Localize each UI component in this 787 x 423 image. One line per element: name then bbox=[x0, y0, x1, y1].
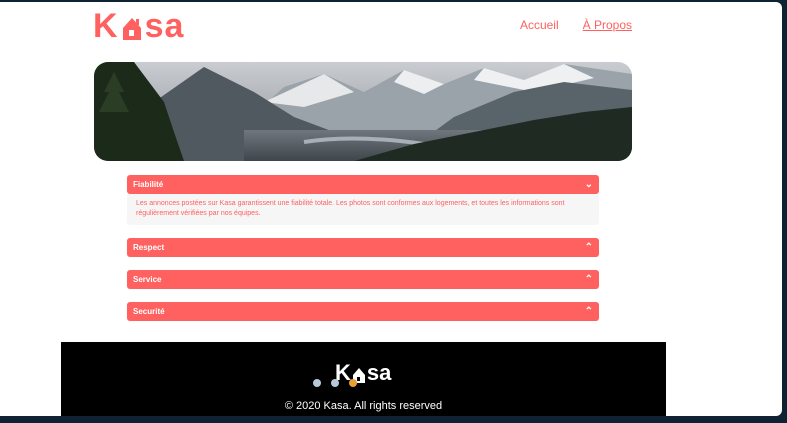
collapse-title: Respect bbox=[133, 243, 165, 252]
collapse-fiabilite: Fiabilité ⌄ Les annonces postées sur Kas… bbox=[127, 175, 599, 225]
nav-link-home[interactable]: Accueil bbox=[520, 18, 559, 32]
about-banner-image bbox=[94, 62, 632, 161]
nav-link-about[interactable]: À Propos bbox=[583, 18, 632, 32]
collapse-content: Les annonces postées sur Kasa garantisse… bbox=[127, 194, 599, 225]
dot-icon bbox=[349, 379, 357, 387]
app-window: K sa Accueil À Propos Fiabilité ⌄ Les an… bbox=[0, 2, 782, 416]
collapse-title: Fiabilité bbox=[133, 180, 164, 189]
collapse-header-fiabilite[interactable]: Fiabilité ⌄ bbox=[127, 175, 599, 194]
site-footer: K sa © 2020 Kasa. All rights reserved bbox=[61, 342, 666, 416]
collapse-title: Securité bbox=[133, 307, 165, 316]
slide-indicator-dots bbox=[313, 379, 357, 387]
kasa-logo[interactable]: K sa bbox=[93, 6, 184, 46]
collapse-header-service[interactable]: Service ⌃ bbox=[127, 270, 599, 289]
collapse-list: Fiabilité ⌄ Les annonces postées sur Kas… bbox=[127, 175, 599, 334]
logo-letter-k: K bbox=[93, 6, 119, 45]
dot-icon bbox=[331, 379, 339, 387]
chevron-up-icon[interactable]: ⌃ bbox=[585, 306, 593, 317]
collapse-title: Service bbox=[133, 275, 162, 284]
collapse-header-securite[interactable]: Securité ⌃ bbox=[127, 302, 599, 321]
collapse-respect: Respect ⌃ bbox=[127, 238, 599, 257]
footer-logo-letters-sa: sa bbox=[366, 360, 392, 385]
collapse-header-respect[interactable]: Respect ⌃ bbox=[127, 238, 599, 257]
collapse-securite: Securité ⌃ bbox=[127, 302, 599, 321]
logo-letters-sa: sa bbox=[144, 6, 185, 45]
chevron-down-icon[interactable]: ⌄ bbox=[585, 179, 593, 190]
main-nav: Accueil À Propos bbox=[520, 18, 632, 32]
chevron-up-icon[interactable]: ⌃ bbox=[585, 274, 593, 285]
copyright-text: © 2020 Kasa. All rights reserved bbox=[284, 400, 443, 412]
house-icon bbox=[121, 12, 143, 40]
collapse-service: Service ⌃ bbox=[127, 270, 599, 289]
dot-icon bbox=[313, 379, 321, 387]
chevron-up-icon[interactable]: ⌃ bbox=[585, 242, 593, 253]
